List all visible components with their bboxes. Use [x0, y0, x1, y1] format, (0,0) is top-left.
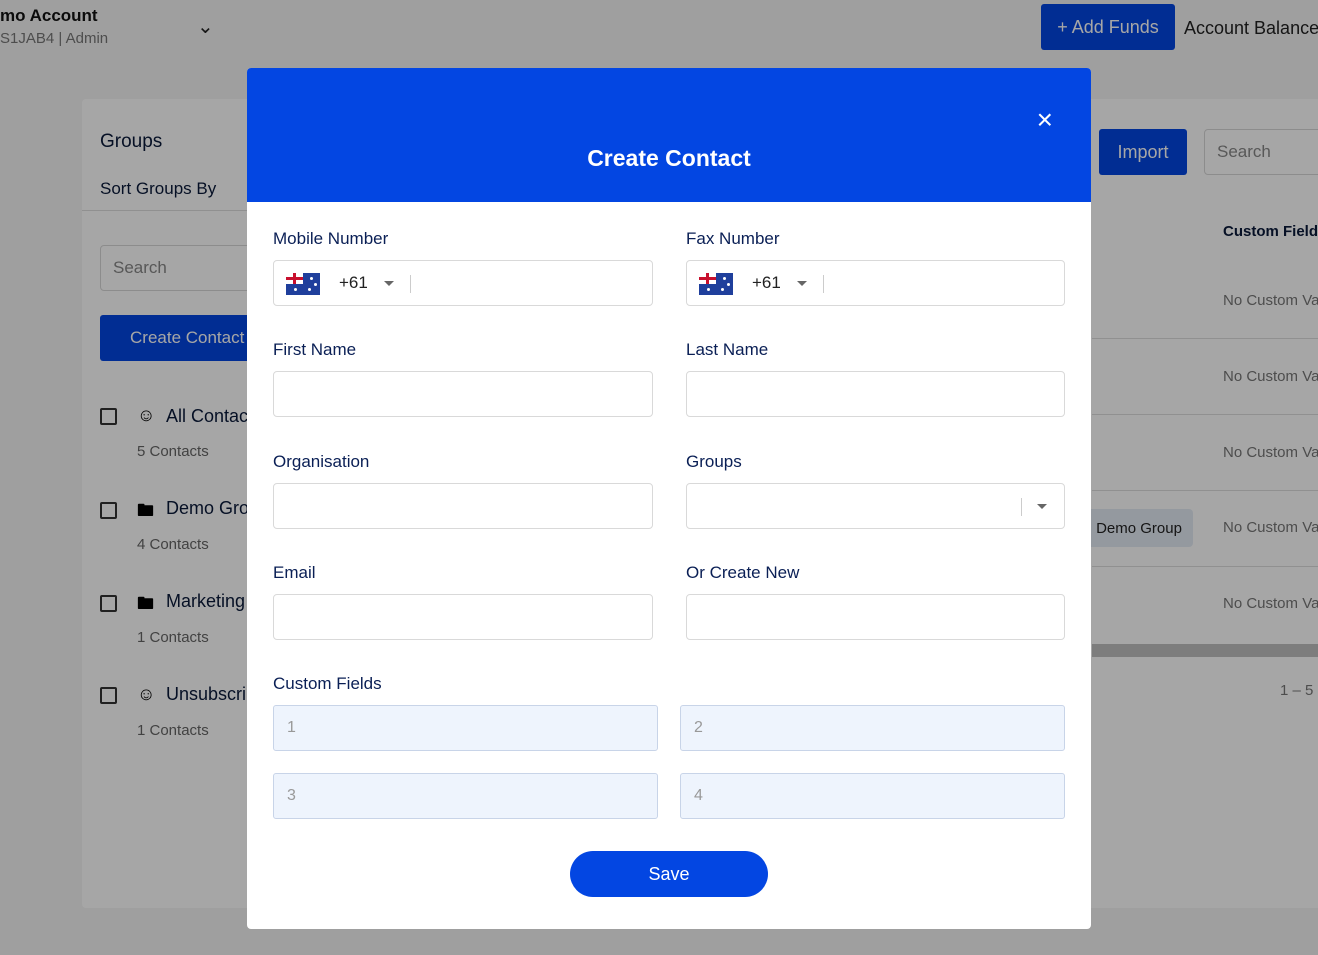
groups-label: Groups	[686, 452, 742, 471]
custom-field-1[interactable]: 1	[273, 705, 658, 751]
caret-down-icon[interactable]	[384, 281, 394, 286]
create-new-label: Or Create New	[686, 563, 800, 582]
close-icon[interactable]: ×	[1037, 106, 1053, 134]
fax-number-field[interactable]: +61	[686, 260, 1065, 306]
organisation-input[interactable]	[273, 483, 653, 529]
mobile-label: Mobile Number	[273, 229, 389, 248]
custom-field-4[interactable]: 4	[680, 773, 1065, 819]
last-name-input[interactable]	[686, 371, 1065, 417]
first-name-input[interactable]	[273, 371, 653, 417]
last-name-label: Last Name	[686, 340, 769, 359]
email-input[interactable]	[273, 594, 653, 640]
custom-field-3[interactable]: 3	[273, 773, 658, 819]
modal-title: Create Contact	[587, 145, 751, 171]
organisation-label: Organisation	[273, 452, 370, 471]
fax-label: Fax Number	[686, 229, 780, 248]
mobile-number-field[interactable]: +61	[273, 260, 653, 306]
country-code[interactable]: +61	[339, 273, 368, 293]
country-code[interactable]: +61	[752, 273, 781, 293]
create-contact-modal: Create Contact × Mobile Number +61 Fax N…	[247, 68, 1091, 929]
caret-down-icon[interactable]	[1037, 504, 1047, 509]
custom-field-2[interactable]: 2	[680, 705, 1065, 751]
create-new-group-input[interactable]	[686, 594, 1065, 640]
email-label: Email	[273, 563, 316, 582]
australia-flag-icon[interactable]	[286, 273, 320, 295]
groups-select[interactable]	[686, 483, 1065, 529]
first-name-label: First Name	[273, 340, 357, 359]
modal-header: Create Contact ×	[247, 68, 1091, 202]
caret-down-icon[interactable]	[797, 281, 807, 286]
custom-fields-label: Custom Fields	[273, 674, 382, 693]
save-button[interactable]: Save	[570, 851, 768, 897]
australia-flag-icon[interactable]	[699, 273, 733, 295]
